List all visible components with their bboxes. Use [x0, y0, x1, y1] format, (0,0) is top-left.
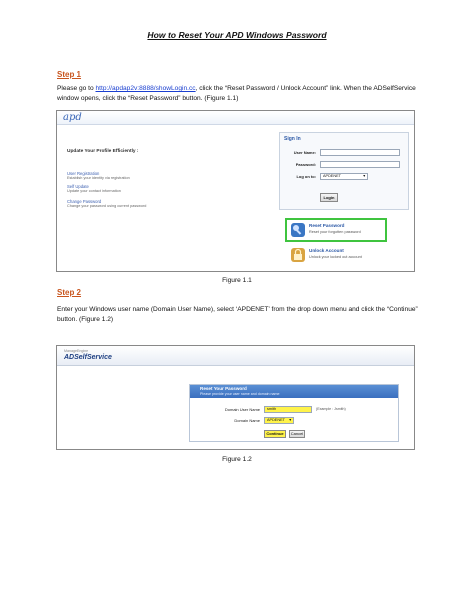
- reset-password-title: Reset Password: [309, 223, 345, 228]
- lock-icon: [291, 248, 305, 262]
- signin-panel: Sign In User Name: Password: Log on to: …: [279, 132, 409, 210]
- logon-label: Log on to:: [296, 174, 316, 179]
- step1-text: Please go to http://apdap2v:8888/showLog…: [57, 85, 416, 102]
- panel-title: Reset Your Password: [200, 386, 247, 391]
- domain-user-label: Domain User Name: [224, 407, 260, 412]
- domain-name-select[interactable]: APDENET ▼: [264, 417, 294, 424]
- change-password-desc: Change your password using current passw…: [67, 204, 147, 208]
- chevron-down-icon: ▼: [362, 174, 366, 178]
- logon-select[interactable]: APDENET ▼: [320, 173, 368, 180]
- unlock-account-desc: Unlock your locked out account: [309, 255, 362, 259]
- password-label: Password:: [295, 162, 316, 167]
- unlock-account-option[interactable]: Unlock Account Unlock your locked out ac…: [287, 245, 387, 265]
- apd-logo: apd: [63, 112, 82, 123]
- step2-text: Enter your Windows user name (Domain Use…: [57, 306, 418, 323]
- unlock-account-title: Unlock Account: [309, 248, 344, 253]
- continue-button[interactable]: Continue: [264, 430, 286, 438]
- user-registration-desc: Establish your identity via registration: [67, 176, 130, 180]
- username-example-hint: (Example : Jsmith): [316, 407, 346, 411]
- domain-user-input[interactable]: smith: [264, 406, 312, 413]
- figure2-header: ManageEngine ADSelfService: [57, 346, 414, 366]
- figure-1-2-screenshot: ManageEngine ADSelfService Reset Your Pa…: [56, 345, 415, 450]
- profile-heading: Update Your Profile Efficiently :: [67, 149, 139, 154]
- figure1-header: apd: [57, 111, 414, 125]
- reset-password-desc: Reset your forgotten password: [309, 230, 361, 234]
- step2-heading: Step 2: [57, 288, 82, 297]
- step1-heading: Step 1: [57, 70, 82, 79]
- reset-password-option[interactable]: Reset Password Reset your forgotten pass…: [285, 218, 387, 242]
- panel-subtitle: Please provide your user name and domain…: [200, 392, 280, 396]
- adselfservice-logo: ADSelfService: [64, 354, 112, 361]
- password-input[interactable]: [320, 161, 400, 168]
- username-label: User Name:: [293, 150, 316, 155]
- showlogin-link[interactable]: http://apdap2v:8888/showLogin.cc: [96, 85, 196, 92]
- key-icon: [291, 223, 305, 237]
- chevron-down-icon: ▼: [288, 418, 292, 422]
- reset-password-panel: Reset Your Password Please provide your …: [189, 384, 399, 442]
- panel-header: Reset Your Password Please provide your …: [190, 385, 398, 398]
- figure-1-1-caption: Figure 1.1: [222, 277, 252, 284]
- login-button[interactable]: Login: [320, 193, 338, 202]
- self-update-desc: Update your contact information: [67, 189, 121, 193]
- signin-title: Sign In: [284, 136, 301, 142]
- cancel-button[interactable]: Cancel: [289, 430, 305, 438]
- figure-1-2-caption: Figure 1.2: [222, 456, 252, 463]
- document-title: How to Reset Your APD Windows Password: [147, 30, 327, 40]
- figure-1-1-screenshot: apd Update Your Profile Efficiently : Us…: [56, 110, 415, 272]
- username-input[interactable]: [320, 149, 400, 156]
- manageengine-label: ManageEngine: [64, 349, 89, 353]
- domain-name-label: Domain Name: [234, 418, 260, 423]
